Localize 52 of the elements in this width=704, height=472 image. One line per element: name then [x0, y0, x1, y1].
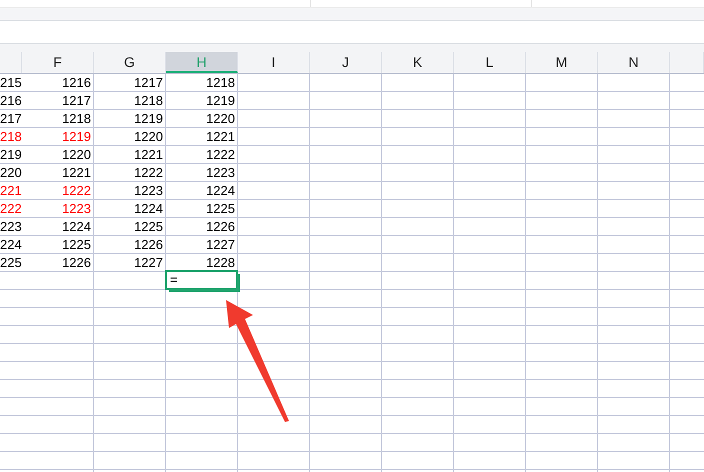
- column-header[interactable]: L: [454, 52, 526, 73]
- table-cell-text: 1219: [205, 92, 236, 109]
- table-cell-text: 1227: [205, 236, 236, 253]
- table-cell-text: 1227: [133, 254, 164, 271]
- table-cell: 225: [0, 254, 22, 271]
- table-cell-text: 1220: [61, 146, 92, 163]
- table-cell: 216: [0, 92, 22, 109]
- table-cell-text: 1225: [133, 218, 164, 235]
- table-cell-text: 1218: [61, 110, 92, 127]
- column-header[interactable]: K: [382, 52, 454, 73]
- table-cell-text: 1225: [61, 236, 92, 253]
- table-cell-text: 1226: [205, 218, 236, 235]
- table-cell-text: 1219: [133, 110, 164, 127]
- table-cell-text: 1228: [205, 254, 236, 271]
- table-cell: 218: [0, 128, 22, 145]
- table-cell: 217: [0, 110, 22, 127]
- column-header[interactable]: M: [526, 52, 598, 73]
- table-cell-text: 1218: [133, 92, 164, 109]
- column-header[interactable]: J: [310, 52, 382, 73]
- table-cell: 224: [0, 236, 22, 253]
- table-cell-text: 1220: [205, 110, 236, 127]
- table-cell-text: 1224: [205, 182, 236, 199]
- table-cell-text: 1221: [133, 146, 164, 163]
- column-header[interactable]: F: [22, 52, 94, 73]
- table-cell: 215: [0, 74, 22, 91]
- table-cell: 222: [0, 200, 22, 217]
- table-cell-text: 1221: [61, 164, 92, 181]
- table-cell-text: 1220: [133, 128, 164, 145]
- table-cell-text: 1224: [133, 200, 164, 217]
- table-cell-text: 1217: [133, 74, 164, 91]
- table-cell-text: 1224: [61, 218, 92, 235]
- table-cell-text: 1222: [133, 164, 164, 181]
- table-cell-text: 1225: [205, 200, 236, 217]
- table-cell: 219: [0, 146, 22, 163]
- table-cell-text: 1226: [61, 254, 92, 271]
- table-cell: 220: [0, 164, 22, 181]
- table-cell-text: 1226: [133, 236, 164, 253]
- table-cell: 223: [0, 218, 22, 235]
- table-cell-text: 1223: [133, 182, 164, 199]
- table-cell-text: 1222: [61, 182, 92, 199]
- table-cell: 221: [0, 182, 22, 199]
- column-header[interactable]: I: [238, 52, 310, 73]
- table-cell-text: 1216: [61, 74, 92, 91]
- table-cell-text: 1222: [205, 146, 236, 163]
- active-cell[interactable]: =: [165, 270, 238, 290]
- table-cell-text: 1223: [61, 200, 92, 217]
- table-cell-text: 1218: [205, 74, 236, 91]
- table-cell-text: 1223: [205, 164, 236, 181]
- table-cell-text: 1219: [61, 128, 92, 145]
- table-cell-text: 1217: [61, 92, 92, 109]
- table-cell-text: 1221: [205, 128, 236, 145]
- column-header[interactable]: N: [598, 52, 670, 73]
